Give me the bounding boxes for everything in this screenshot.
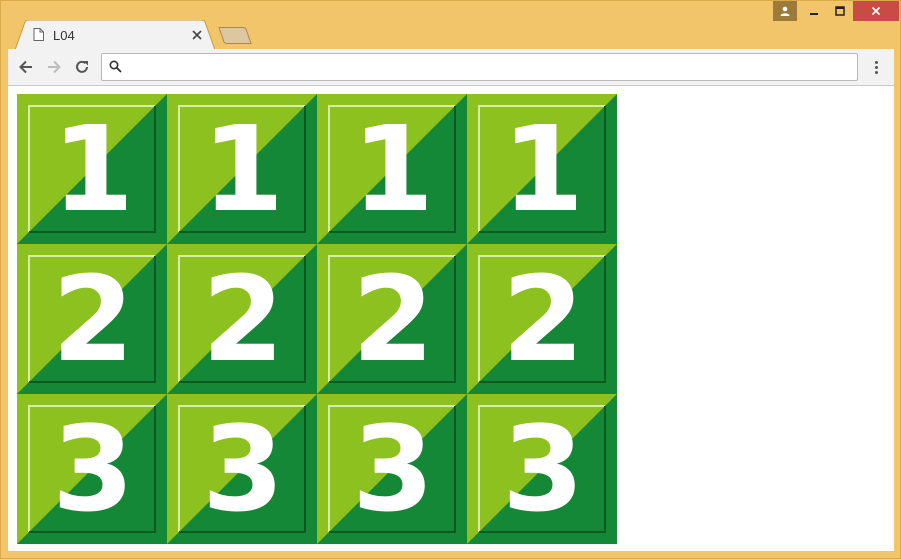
tab-shape <box>15 20 215 50</box>
address-input[interactable] <box>128 57 852 77</box>
omnibox[interactable] <box>101 53 858 81</box>
tile-number: 1 <box>351 100 434 238</box>
tab-title: L04 <box>53 28 75 43</box>
menu-dot <box>874 65 878 69</box>
number-tile: 2 <box>17 244 167 394</box>
back-button[interactable] <box>16 57 36 77</box>
number-tile: 3 <box>317 394 467 544</box>
search-icon <box>109 60 122 73</box>
number-tile: 2 <box>467 244 617 394</box>
tile-number: 3 <box>501 400 584 538</box>
person-icon <box>780 6 790 16</box>
page-viewport: 111122223333 <box>8 86 894 551</box>
number-tile: 3 <box>17 394 167 544</box>
tile-number: 3 <box>351 400 434 538</box>
forward-arrow-icon <box>48 60 61 74</box>
tile-number: 1 <box>501 100 584 238</box>
number-tile: 2 <box>167 244 317 394</box>
page-icon <box>33 28 44 41</box>
tile-number: 2 <box>501 250 584 388</box>
maximize-icon <box>835 6 845 16</box>
number-tile: 1 <box>467 94 617 244</box>
back-arrow-icon <box>19 60 32 74</box>
menu-dot <box>874 60 878 64</box>
forward-button[interactable] <box>44 57 64 77</box>
minimize-button[interactable] <box>803 1 825 21</box>
tile-number: 3 <box>51 400 134 538</box>
new-tab-button[interactable] <box>215 27 255 45</box>
number-tile: 3 <box>167 394 317 544</box>
toolbar <box>8 49 894 86</box>
tab-l04[interactable]: L04 <box>15 20 215 50</box>
minimize-icon <box>810 13 818 15</box>
window-close-button[interactable] <box>853 1 899 21</box>
number-tile: 1 <box>167 94 317 244</box>
maximize-button[interactable] <box>829 1 851 21</box>
tile-number: 2 <box>201 250 284 388</box>
tile-number: 3 <box>201 400 284 538</box>
number-tile: 3 <box>467 394 617 544</box>
number-tile: 1 <box>317 94 467 244</box>
close-icon <box>871 6 881 16</box>
profile-button[interactable] <box>773 1 797 21</box>
number-tile: 1 <box>17 94 167 244</box>
close-icon[interactable] <box>191 29 203 41</box>
menu-dot <box>874 70 878 74</box>
number-tile: 2 <box>317 244 467 394</box>
tile-number: 1 <box>201 100 284 238</box>
menu-button[interactable] <box>870 57 882 77</box>
tile-number: 2 <box>351 250 434 388</box>
tile-number: 1 <box>51 100 134 238</box>
number-tile-grid: 111122223333 <box>17 94 617 544</box>
tile-number: 2 <box>51 250 134 388</box>
reload-icon <box>76 60 88 73</box>
reload-button[interactable] <box>72 57 92 77</box>
browser-window: L04 1 1 1 1 2 2 2 2 3 3 3 3 <box>0 0 901 559</box>
